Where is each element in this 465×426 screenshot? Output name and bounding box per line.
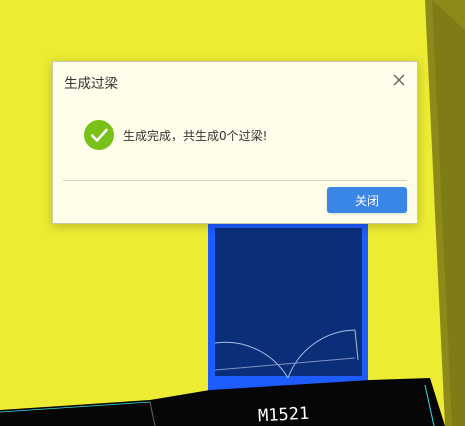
success-check-icon bbox=[84, 120, 114, 150]
close-button[interactable]: 关闭 bbox=[327, 187, 407, 213]
dialog-divider bbox=[63, 180, 407, 181]
door-tag[interactable]: M1521 bbox=[258, 404, 310, 426]
door-fill bbox=[215, 228, 362, 376]
door-opening[interactable] bbox=[208, 222, 368, 392]
dialog-title: 生成过梁 bbox=[64, 76, 118, 92]
dialog-message: 生成完成，共生成0个过梁! bbox=[123, 128, 268, 143]
close-icon[interactable] bbox=[391, 72, 407, 88]
message-row: 生成完成，共生成0个过梁! bbox=[83, 119, 267, 151]
result-dialog: 生成过梁 生成完成，共生成0个过梁! 关闭 bbox=[52, 61, 418, 224]
